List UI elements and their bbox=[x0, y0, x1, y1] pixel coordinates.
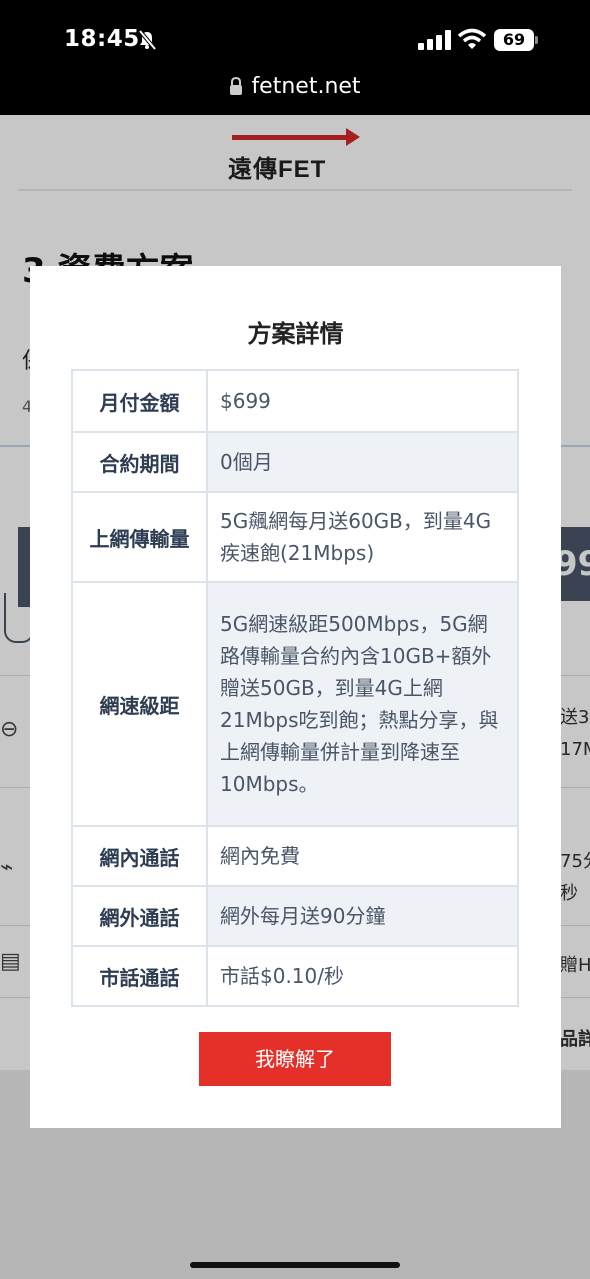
table-row: 上網傳輸量 5G飆網每月送60GB，到量4G疾速飽(21Mbps) bbox=[71, 491, 519, 583]
confirm-button[interactable]: 我瞭解了 bbox=[199, 1032, 391, 1086]
row-label: 月付金額 bbox=[71, 369, 208, 433]
row-label: 上網傳輸量 bbox=[71, 491, 208, 583]
plan-details-table: 月付金額 $699 合約期間 0個月 上網傳輸量 5G飆網每月送60GB，到量4… bbox=[71, 369, 519, 1007]
row-value: 5G飆網每月送60GB，到量4G疾速飽(21Mbps) bbox=[206, 491, 519, 583]
row-value: 5G網速級距500Mbps，5G網路傳輸量合約內含10GB+額外贈送50GB，到… bbox=[206, 581, 519, 827]
wifi-icon bbox=[458, 28, 486, 49]
row-label: 合約期間 bbox=[71, 431, 208, 493]
row-value: 市話$0.10/秒 bbox=[206, 945, 519, 1007]
battery-indicator: 69 bbox=[494, 29, 538, 51]
plan-details-modal: 方案詳情 月付金額 $699 合約期間 0個月 上網傳輸量 5G飆網每月送60G… bbox=[30, 266, 561, 1128]
home-indicator[interactable] bbox=[190, 1262, 400, 1268]
battery-nub bbox=[535, 36, 538, 44]
row-value: 0個月 bbox=[206, 431, 519, 493]
table-row: 月付金額 $699 bbox=[71, 369, 519, 433]
table-row: 網速級距 5G網速級距500Mbps，5G網路傳輸量合約內含10GB+額外贈送5… bbox=[71, 581, 519, 827]
table-row: 網外通話 網外每月送90分鐘 bbox=[71, 885, 519, 947]
row-value: 網外每月送90分鐘 bbox=[206, 885, 519, 947]
table-row: 市話通話 市話$0.10/秒 bbox=[71, 945, 519, 1007]
url-bar[interactable]: fetnet.net bbox=[0, 74, 590, 99]
battery-level: 69 bbox=[494, 29, 534, 51]
status-time: 18:45 bbox=[64, 26, 140, 52]
lock-icon bbox=[230, 77, 243, 95]
url-text: fetnet.net bbox=[251, 74, 361, 99]
table-row: 合約期間 0個月 bbox=[71, 431, 519, 493]
row-label: 網速級距 bbox=[71, 581, 208, 827]
status-and-url-bar: 18:45 69 fetnet.net bbox=[0, 0, 590, 115]
row-value: $699 bbox=[206, 369, 519, 433]
row-label: 市話通話 bbox=[71, 945, 208, 1007]
row-label: 網內通話 bbox=[71, 825, 208, 887]
row-label: 網外通話 bbox=[71, 885, 208, 947]
table-row: 網內通話 網內免費 bbox=[71, 825, 519, 887]
row-value: 網內免費 bbox=[206, 825, 519, 887]
cellular-signal-icon bbox=[418, 30, 451, 50]
modal-title: 方案詳情 bbox=[247, 320, 344, 348]
bell-muted-icon bbox=[138, 30, 156, 50]
